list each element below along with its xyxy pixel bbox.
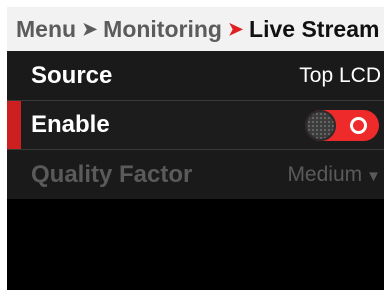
enable-label: Enable — [31, 111, 110, 138]
quality-factor-dropdown: Medium ▼ — [287, 163, 384, 187]
breadcrumb-item-live-stream: Live Stream — [249, 15, 380, 42]
breadcrumb-item-menu[interactable]: Menu — [16, 16, 76, 43]
enable-toggle[interactable] — [305, 109, 379, 141]
menu-row-source[interactable]: Source Top LCD — [7, 51, 384, 101]
breadcrumb-item-monitoring[interactable]: Monitoring — [103, 16, 222, 43]
selection-indicator — [7, 101, 21, 149]
chevron-right-icon: ➤ — [82, 18, 98, 39]
breadcrumb: Menu ➤ Monitoring ➤ Live Stream — [7, 7, 384, 51]
toggle-knob — [305, 109, 336, 141]
quality-factor-value: Medium — [287, 162, 363, 186]
camera-menu-screen: Menu ➤ Monitoring ➤ Live Stream Source T… — [7, 7, 384, 290]
chevron-down-icon: ▼ — [366, 167, 381, 185]
source-label: Source — [31, 61, 113, 89]
chevron-right-icon: ➤ — [227, 18, 244, 39]
menu-row-enable[interactable]: Enable — [7, 101, 384, 150]
toggle-on-indicator-icon — [350, 116, 367, 134]
menu-row-quality-factor: Quality Factor Medium ▼ — [7, 150, 384, 199]
quality-factor-label: Quality Factor — [31, 160, 193, 188]
source-value[interactable]: Top LCD — [299, 64, 384, 88]
